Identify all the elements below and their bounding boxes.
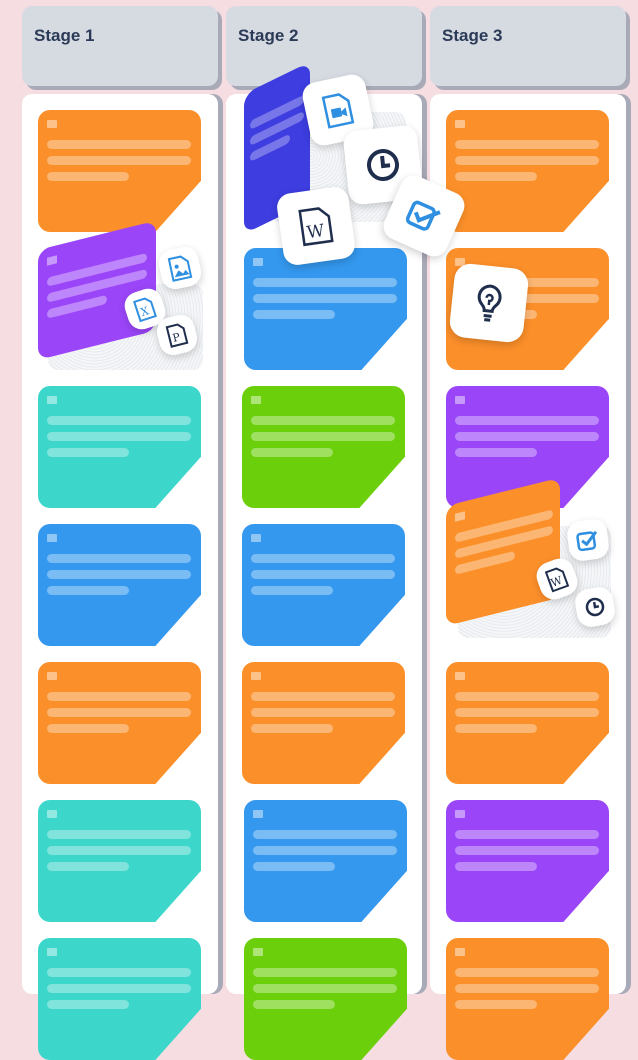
column-header-stage-1[interactable]: Stage 1: [22, 6, 218, 86]
task-card[interactable]: [446, 662, 609, 784]
word-file-icon: W: [275, 185, 357, 267]
svg-text:P: P: [171, 330, 182, 345]
svg-text:W: W: [306, 221, 327, 243]
task-card[interactable]: [242, 662, 405, 784]
task-card[interactable]: [38, 386, 201, 508]
task-card[interactable]: [38, 938, 201, 1060]
column-body-stage-1: X P: [22, 94, 218, 1060]
task-card[interactable]: [244, 800, 407, 922]
checkbox-icon: [565, 517, 611, 563]
kanban-board: Stage 1 X P Stage 2 Stage 3 W W: [0, 0, 638, 1060]
column-title: Stage 2: [238, 26, 299, 45]
task-card[interactable]: [38, 524, 201, 646]
attachment-cluster-stage-2[interactable]: W: [240, 61, 476, 272]
task-card[interactable]: [446, 938, 609, 1060]
task-card[interactable]: [242, 386, 405, 508]
lightbulb-icon: [448, 262, 530, 344]
task-card[interactable]: [38, 800, 201, 922]
task-card[interactable]: [38, 662, 201, 784]
svg-text:X: X: [139, 304, 151, 319]
task-card[interactable]: [244, 938, 407, 1060]
task-card[interactable]: [242, 524, 405, 646]
column-stage-1: Stage 1 X P: [22, 0, 218, 1060]
attachment-cluster[interactable]: W: [446, 477, 618, 646]
flag-icon: [47, 120, 57, 128]
column-title: Stage 1: [34, 26, 95, 45]
task-card[interactable]: [38, 110, 201, 232]
task-card[interactable]: [446, 800, 609, 922]
column-title: Stage 3: [442, 26, 503, 45]
attachment-cluster[interactable]: X P: [38, 220, 204, 374]
